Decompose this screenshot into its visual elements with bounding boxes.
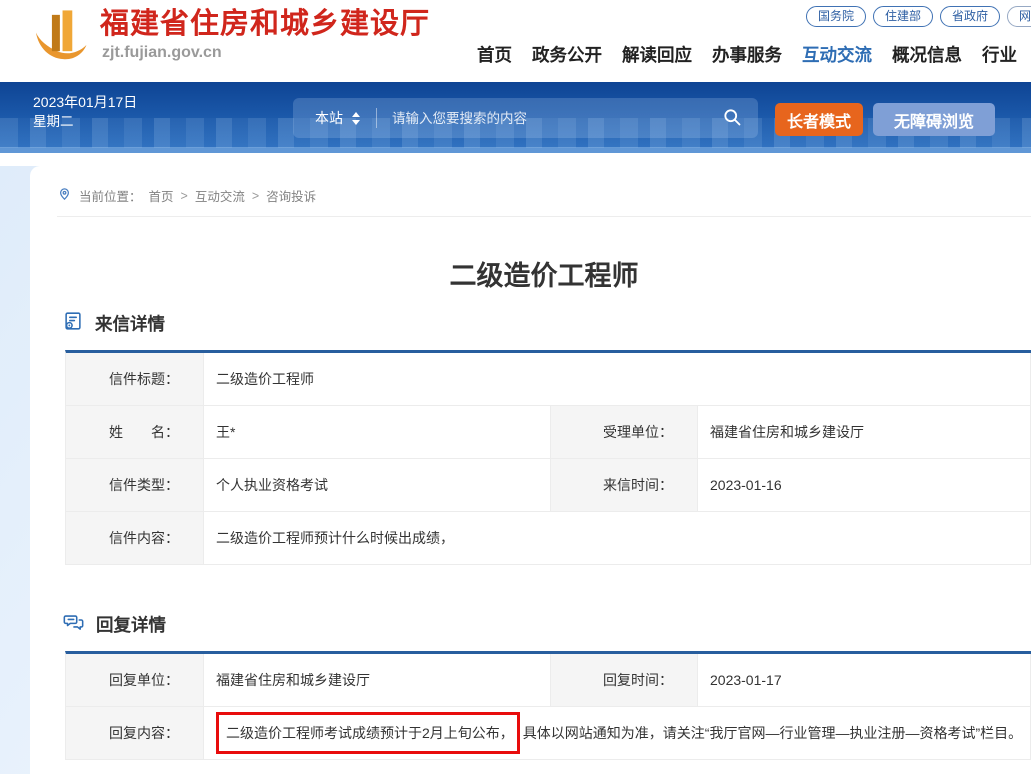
reply-content-label: 回复内容： <box>66 707 204 760</box>
reply-unit-label: 回复单位： <box>66 654 204 707</box>
reply-time-value: 2023-01-17 <box>698 654 1031 707</box>
letter-subject-value: 二级造价工程师 <box>204 353 1031 406</box>
breadcrumb-divider <box>57 216 1031 217</box>
nav-banshi-fuwu[interactable]: 办事服务 <box>712 42 782 67</box>
search-scope-dropdown[interactable]: 本站 <box>315 108 360 128</box>
reply-unit-value: 福建省住房和城乡建设厅 <box>204 654 551 707</box>
letter-time-value: 2023-01-16 <box>698 459 1031 512</box>
dropdown-arrows-icon <box>352 112 360 125</box>
quick-links: 国务院 住建部 省政府 网站支 <box>806 6 1031 27</box>
search-input[interactable] <box>392 111 722 126</box>
quick-link-zhujianbu[interactable]: 住建部 <box>873 6 933 27</box>
main-area: 当前位置： 首页 > 互动交流 > 咨询投诉 二级造价工程师 来信详情 <box>0 166 1031 774</box>
quick-link-guowuyuan[interactable]: 国务院 <box>806 6 866 27</box>
site-title: 福建省住房和城乡建设厅 <box>100 8 430 41</box>
nav-hudong-jiaoliu[interactable]: 互动交流 <box>802 42 872 67</box>
content-card: 当前位置： 首页 > 互动交流 > 咨询投诉 二级造价工程师 来信详情 <box>30 166 1031 774</box>
letter-unit-value: 福建省住房和城乡建设厅 <box>698 406 1031 459</box>
letter-name-label: 姓 名： <box>66 406 204 459</box>
banner: 2023年01月17日 星期二 本站 长者模式 无障碍浏览 <box>0 82 1031 153</box>
breadcrumb-separator: > <box>252 189 259 203</box>
search-bar: 本站 <box>293 98 758 138</box>
letter-section-header: 来信详情 <box>62 310 1031 337</box>
date-block: 2023年01月17日 星期二 <box>33 92 137 132</box>
search-button[interactable] <box>722 107 742 130</box>
reply-time-label: 回复时间： <box>551 654 698 707</box>
breadcrumb-prefix: 当前位置： <box>79 186 142 205</box>
reply-table: 回复单位： 福建省住房和城乡建设厅 回复时间： 2023-01-17 回复内容：… <box>65 651 1031 760</box>
quick-link-shengzhengfu[interactable]: 省政府 <box>940 6 1000 27</box>
search-divider <box>376 108 377 128</box>
reply-section-title: 回复详情 <box>96 612 166 637</box>
main-nav: 首页 政务公开 解读回应 办事服务 互动交流 概况信息 行业 <box>477 42 1017 67</box>
letter-time-label: 来信时间： <box>551 459 698 512</box>
location-pin-icon <box>57 187 72 205</box>
quick-link-website-support[interactable]: 网站支 <box>1007 6 1031 27</box>
nav-zhengwu-gongkai[interactable]: 政务公开 <box>532 42 602 67</box>
letter-document-icon <box>62 310 84 337</box>
letter-subject-label: 信件标题： <box>66 353 204 406</box>
nav-home[interactable]: 首页 <box>477 42 512 67</box>
elder-mode-button[interactable]: 长者模式 <box>775 103 863 136</box>
letter-type-label: 信件类型： <box>66 459 204 512</box>
letter-section-title: 来信详情 <box>95 311 165 336</box>
breadcrumb-hudong-jiaoliu[interactable]: 互动交流 <box>195 186 245 205</box>
nav-gaikuang-xinxi[interactable]: 概况信息 <box>892 42 962 67</box>
breadcrumb-home[interactable]: 首页 <box>149 186 174 205</box>
building-logo-icon <box>28 8 90 71</box>
breadcrumb: 当前位置： 首页 > 互动交流 > 咨询投诉 <box>57 186 1031 205</box>
search-scope-label: 本站 <box>315 108 343 128</box>
weekday-text: 星期二 <box>33 112 137 132</box>
reply-content-rest: 具体以网站通知为准，请关注“我厅官网—行业管理—执业注册—资格考试”栏目。 <box>523 723 1022 743</box>
letter-name-value: 王* <box>204 406 551 459</box>
highlight-annotation-box: 二级造价工程师考试成绩预计于2月上旬公布， <box>216 712 520 754</box>
letter-content-label: 信件内容： <box>66 512 204 565</box>
accessibility-button[interactable]: 无障碍浏览 <box>873 103 995 136</box>
date-text: 2023年01月17日 <box>33 92 137 112</box>
site-header: 福建省住房和城乡建设厅 zjt.fujian.gov.cn 国务院 住建部 省政… <box>0 0 1031 82</box>
search-icon <box>722 107 742 130</box>
letter-content-value: 二级造价工程师预计什么时候出成绩， <box>204 512 1031 565</box>
breadcrumb-separator: > <box>181 189 188 203</box>
nav-hangye[interactable]: 行业 <box>982 42 1017 67</box>
reply-section-header: 回复详情 <box>62 611 1031 638</box>
letter-unit-label: 受理单位： <box>551 406 698 459</box>
letter-type-value: 个人执业资格考试 <box>204 459 551 512</box>
breadcrumb-zixun-tousu[interactable]: 咨询投诉 <box>266 186 316 205</box>
letter-table: 信件标题： 二级造价工程师 姓 名： 王* 受理单位： 福建省住房和城乡建设厅 … <box>65 350 1031 565</box>
reply-chat-icon <box>62 611 85 638</box>
page-title: 二级造价工程师 <box>57 254 1031 293</box>
site-domain: zjt.fujian.gov.cn <box>102 44 430 62</box>
site-logo[interactable]: 福建省住房和城乡建设厅 zjt.fujian.gov.cn <box>28 8 430 71</box>
nav-jiedu-huiying[interactable]: 解读回应 <box>622 42 692 67</box>
reply-content-value: 二级造价工程师考试成绩预计于2月上旬公布， 具体以网站通知为准，请关注“我厅官网… <box>204 707 1031 760</box>
